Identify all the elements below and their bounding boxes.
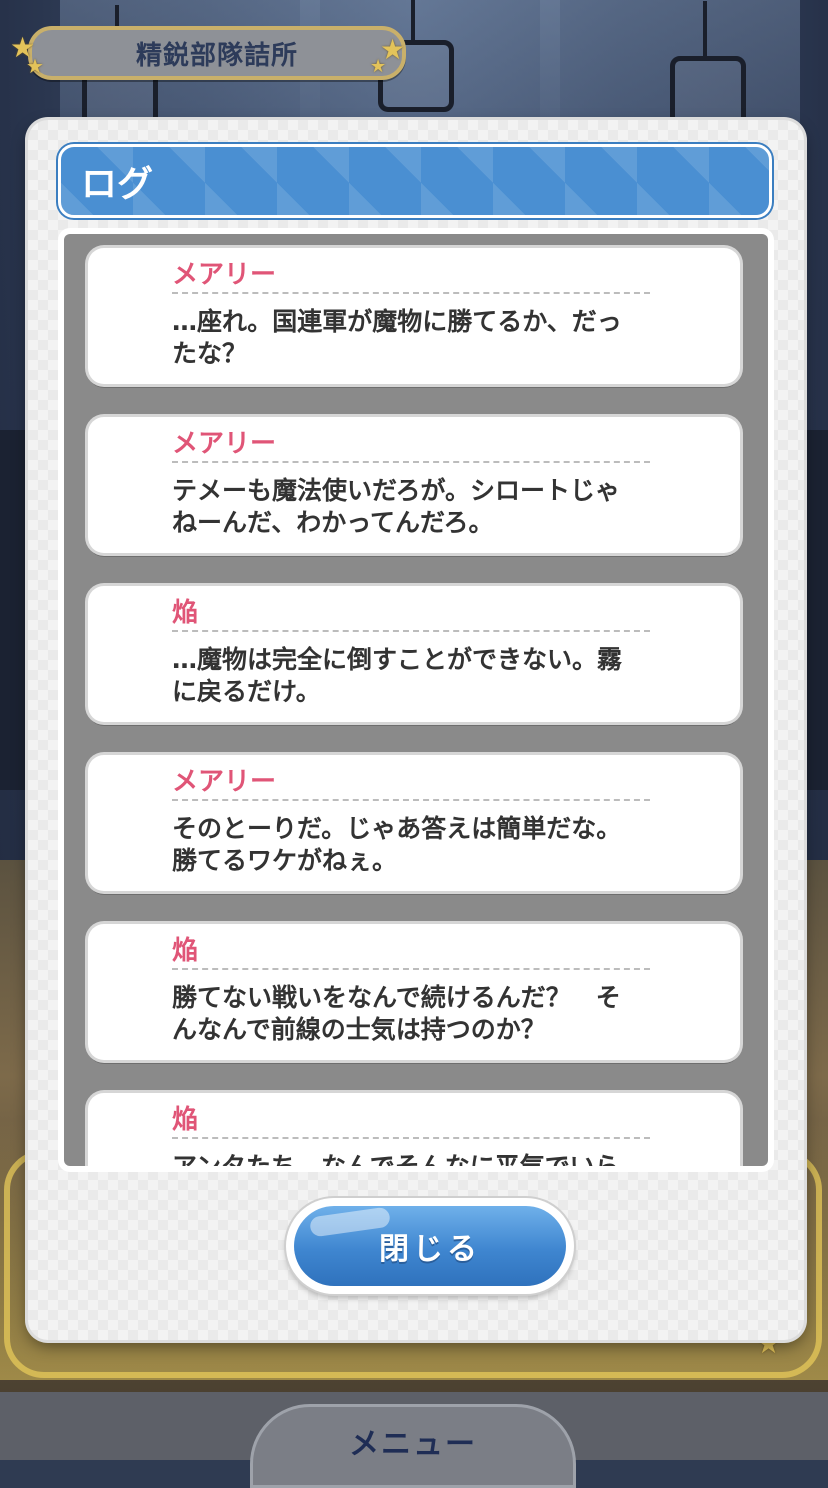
log-entry: メアリー テメーも魔法使いだろが。シロートじゃ ねーんだ、わかってんだろ。 xyxy=(88,417,740,553)
dialog-title: ログ xyxy=(81,164,154,205)
log-entry: メアリー …座れ。国連軍が魔物に勝てるか、だっ たな？ xyxy=(88,248,740,384)
log-entry: 焔 アンタたち、なんでそんなに平気でいら xyxy=(88,1093,740,1166)
dialog-header: ログ xyxy=(58,144,772,218)
dialogue-text: テメーも魔法使いだろが。シロートじゃ ねーんだ、わかってんだろ。 xyxy=(172,476,621,537)
log-entry: 焔 …魔物は完全に倒すことができない。霧 に戻るだけ。 xyxy=(88,586,740,722)
close-button-label: 閉じる xyxy=(379,1232,481,1267)
log-dialog: ログ メアリー …座れ。国連軍が魔物に勝てるか、だっ たな？ メアリー テメーも… xyxy=(28,120,804,1340)
speaker-name: メアリー xyxy=(172,260,277,290)
speaker-name: 焔 xyxy=(172,936,199,966)
log-area: メアリー …座れ。国連軍が魔物に勝てるか、だっ たな？ メアリー テメーも魔法使… xyxy=(58,228,774,1172)
entry-divider xyxy=(172,461,650,463)
speaker-name: メアリー xyxy=(172,429,277,459)
log-entry: 焔 勝てない戦いをなんで続けるんだ？ そ んなんで前線の士気は持つのか？ xyxy=(88,924,740,1060)
log-list[interactable]: メアリー …座れ。国連軍が魔物に勝てるか、だっ たな？ メアリー テメーも魔法使… xyxy=(64,234,768,1166)
dialogue-text: 勝てない戦いをなんで続けるんだ？ そ んなんで前線の士気は持つのか？ xyxy=(172,983,621,1044)
close-button-face: 閉じる xyxy=(294,1206,566,1286)
log-entry: メアリー そのとーりだ。じゃあ答えは簡単だな。 勝てるワケがねぇ。 xyxy=(88,755,740,891)
menu-button[interactable]: メニュー xyxy=(250,1404,576,1488)
entry-divider xyxy=(172,968,650,970)
entry-divider xyxy=(172,292,650,294)
speaker-name: 焔 xyxy=(172,1105,199,1135)
close-button[interactable]: 閉じる xyxy=(286,1198,574,1294)
speaker-name: メアリー xyxy=(172,767,277,797)
dialogue-text: アンタたち、なんでそんなに平気でいら xyxy=(172,1151,692,1166)
lamp-decoration xyxy=(670,1,746,128)
dialogue-text: …魔物は完全に倒すことができない。霧 に戻るだけ。 xyxy=(172,645,623,706)
location-label: 精鋭部隊詰所 xyxy=(135,40,298,71)
menu-button-label: メニュー xyxy=(349,1427,477,1462)
wall-panel xyxy=(0,430,30,790)
star-icon: ★ xyxy=(26,54,44,78)
entry-divider xyxy=(172,630,650,632)
entry-divider xyxy=(172,1137,650,1139)
speaker-name: 焔 xyxy=(172,598,199,628)
entry-divider xyxy=(172,799,650,801)
location-banner: 精鋭部隊詰所 xyxy=(28,26,406,80)
dialogue-text: そのとーりだ。じゃあ答えは簡単だな。 勝てるワケがねぇ。 xyxy=(172,814,622,875)
dialogue-text: …座れ。国連軍が魔物に勝てるか、だっ たな？ xyxy=(172,307,622,368)
star-icon: ★ xyxy=(370,56,387,77)
